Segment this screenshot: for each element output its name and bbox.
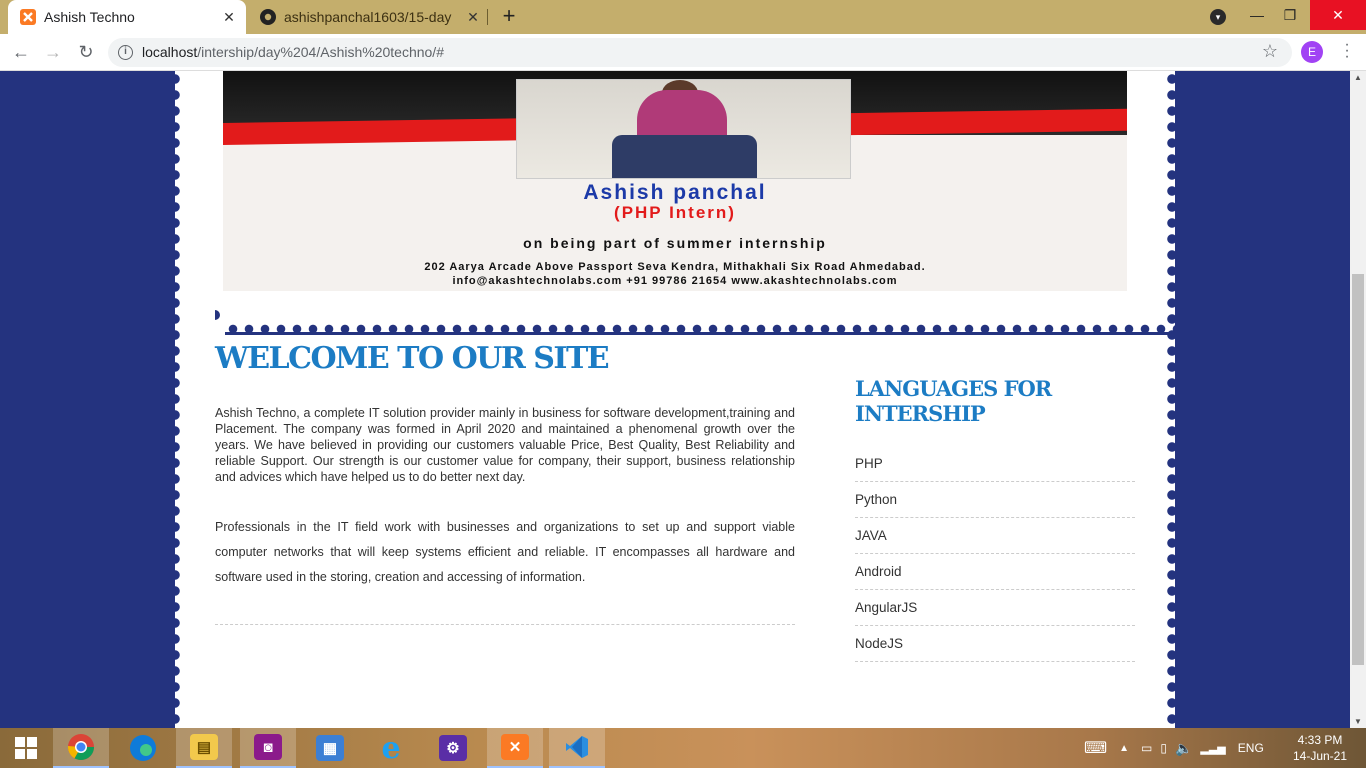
clock-time: 4:33 PM	[1297, 733, 1343, 747]
it-paragraph: Professionals in the IT field work with …	[215, 520, 795, 584]
banner-address: 202 Aarya Arcade Above Passport Seva Ken…	[424, 261, 926, 273]
file-explorer-glyph: ▤	[190, 734, 218, 760]
page-viewport: Ashish panchal (PHP Intern) on being par…	[0, 71, 1350, 728]
scroll-down-arrow[interactable]: ▼	[1350, 717, 1366, 726]
xampp-taskbar-icon[interactable]: ✕	[487, 728, 543, 768]
input-language[interactable]: ENG	[1238, 741, 1264, 755]
settings-gear-icon[interactable]: ⚙	[425, 728, 481, 768]
device-icon[interactable]: ▯	[1160, 741, 1167, 755]
right-scallop-border	[1167, 71, 1177, 728]
settings-glyph: ⚙	[439, 735, 467, 761]
xampp-glyph: ✕	[501, 734, 529, 760]
bookmark-star-icon[interactable]: ☆	[1262, 41, 1278, 62]
github-icon	[260, 9, 276, 25]
scroll-up-arrow[interactable]: ▲	[1350, 73, 1366, 82]
taskbar-clock[interactable]: 4:33 PM 14-Jun-21	[1290, 732, 1350, 764]
system-tray: ⌨ ▲ ▭ ▯ 🔈 ▂▃▅ ENG	[1084, 728, 1264, 768]
divider-line	[225, 332, 1175, 335]
edge-icon[interactable]	[115, 728, 171, 768]
close-tab-icon[interactable]: ✕	[220, 9, 238, 26]
tab-github[interactable]: ashishpanchal1603/15-day ✕	[250, 0, 490, 34]
scrollbar-thumb[interactable]	[1352, 274, 1364, 665]
forward-arrow-icon[interactable]: →	[41, 40, 65, 64]
site-info-icon[interactable]: i	[118, 45, 133, 60]
welcome-heading: WELCOME TO OUR SITE	[215, 341, 610, 376]
banner-contact: info@akashtechnolabs.com +91 99786 21654…	[452, 275, 898, 287]
language-item-angularjs[interactable]: AngularJS	[855, 590, 1135, 626]
tab-search-icon[interactable]: ▾	[1210, 9, 1226, 25]
vertical-scrollbar[interactable]: ▲ ▼	[1350, 71, 1366, 728]
language-item-java[interactable]: JAVA	[855, 518, 1135, 554]
chrome-icon[interactable]	[53, 728, 109, 768]
back-arrow-icon[interactable]: ←	[9, 40, 33, 64]
intro-paragraph: Ashish Techno, a complete IT solution pr…	[215, 406, 795, 484]
left-scallop-border	[170, 71, 180, 728]
camera-glyph: ◙	[254, 734, 282, 760]
banner-role: (PHP Intern)	[614, 203, 736, 222]
file-explorer-icon[interactable]: ▤	[176, 728, 232, 768]
control-panel-glyph: ▦	[316, 735, 344, 761]
maximize-button[interactable]: ❐	[1267, 0, 1313, 30]
xampp-icon	[20, 9, 36, 25]
language-item-android[interactable]: Android	[855, 554, 1135, 590]
address-bar[interactable]: i localhost/intership/day%204/Ashish%20t…	[108, 38, 1292, 67]
window-close-button[interactable]: ✕	[1310, 0, 1366, 30]
clock-date: 14-Jun-21	[1292, 749, 1348, 763]
languages-list: PHP Python JAVA Android AngularJS NodeJS	[855, 446, 1135, 662]
close-tab-icon[interactable]: ✕	[464, 9, 482, 26]
url-text[interactable]: localhost/intership/day%204/Ashish%20tec…	[142, 44, 444, 60]
language-item-php[interactable]: PHP	[855, 446, 1135, 482]
photo-jeans	[612, 135, 757, 178]
ie-glyph: e	[381, 730, 401, 766]
language-item-python[interactable]: Python	[855, 482, 1135, 518]
language-item-nodejs[interactable]: NodeJS	[855, 626, 1135, 662]
intern-photo	[516, 79, 851, 179]
tab-title: ashishpanchal1603/15-day	[284, 9, 452, 25]
url-host: localhost	[142, 44, 198, 60]
url-path: /intership/day%204/Ashish%20techno/#	[197, 44, 444, 60]
camera-app-icon[interactable]: ◙	[240, 728, 296, 768]
languages-heading: LANGUAGES FOR INTERSHIP	[855, 376, 1052, 426]
internet-explorer-icon[interactable]: e	[363, 728, 419, 768]
browser-toolbar: ← → ↻ i localhost/intership/day%204/Ashi…	[0, 34, 1366, 71]
volume-icon[interactable]: 🔈	[1175, 740, 1192, 757]
content-divider	[215, 624, 795, 625]
windows-start-icon[interactable]	[0, 728, 52, 768]
tab-ashish-techno[interactable]: Ashish Techno ✕	[8, 0, 246, 34]
profile-avatar[interactable]: E	[1301, 41, 1323, 63]
banner-tagline: on being part of summer internship	[523, 235, 827, 251]
new-tab-button[interactable]: +	[498, 4, 520, 30]
vscode-icon[interactable]	[549, 728, 605, 768]
tab-title: Ashish Techno	[44, 9, 135, 25]
intern-banner-image: Ashish panchal (PHP Intern) on being par…	[223, 71, 1127, 291]
battery-icon[interactable]: ▭	[1141, 741, 1152, 755]
tab-strip: Ashish Techno ✕ ashishpanchal1603/15-day…	[0, 0, 1366, 34]
tray-expand-icon[interactable]: ▲	[1119, 743, 1129, 754]
windows-taskbar: ▤ ◙ ▦ e ⚙ ✕ ⌨ ▲ ▭ ▯ 🔈 ▂▃▅ ENG 4:33 PM 14…	[0, 728, 1366, 768]
control-panel-icon[interactable]: ▦	[302, 728, 358, 768]
keyboard-icon[interactable]: ⌨	[1084, 738, 1107, 758]
network-signal-icon[interactable]: ▂▃▅	[1200, 742, 1225, 755]
menu-kebab-icon[interactable]: · · ·	[1343, 37, 1351, 65]
banner-name: Ashish panchal	[583, 181, 767, 204]
reload-icon[interactable]: ↻	[74, 40, 98, 64]
tab-divider	[487, 9, 488, 25]
